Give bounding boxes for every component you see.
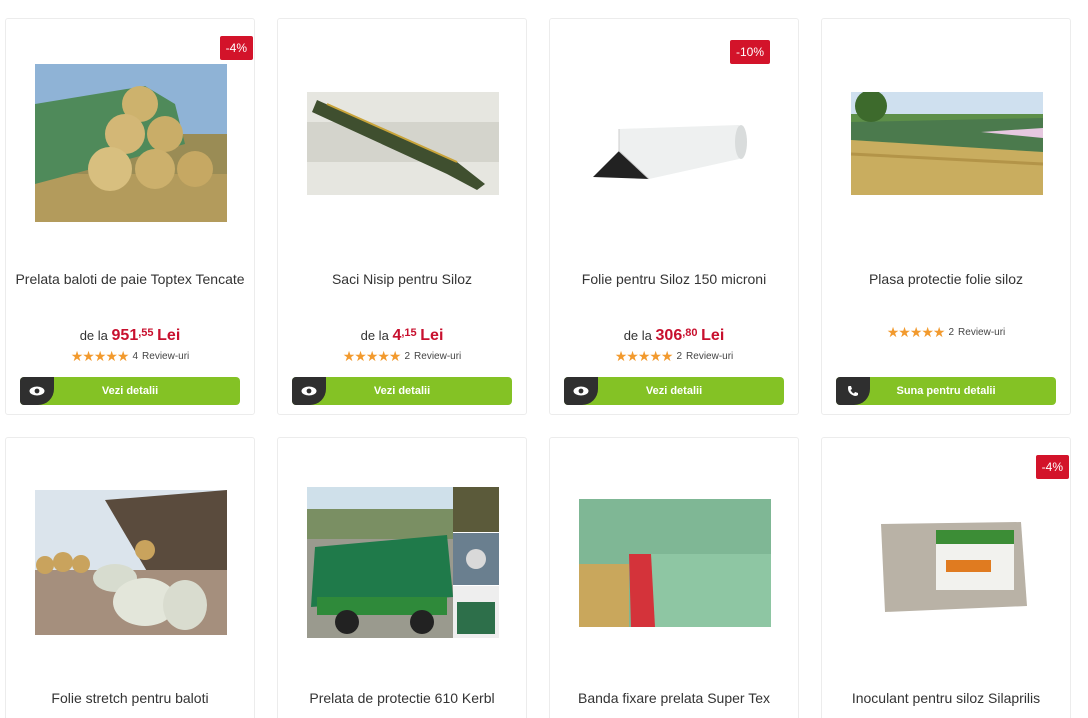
product-name[interactable]: Banda fixare prelata Super Tex xyxy=(550,690,798,706)
button-label: Suna pentru detalii xyxy=(896,385,996,397)
product-card[interactable]: Folie stretch pentru baloti xyxy=(5,437,255,718)
review-count: 2 xyxy=(676,351,683,362)
product-image[interactable] xyxy=(307,487,499,638)
discount-badge: -4% xyxy=(219,36,253,60)
product-card[interactable]: Plasa protectie folie siloz ★★★★★ 2 Revi… xyxy=(821,18,1071,415)
product-name[interactable]: Prelata baloti de paie Toptex Tencate xyxy=(6,271,254,287)
eye-icon xyxy=(292,377,326,405)
eye-icon xyxy=(564,377,598,405)
product-image[interactable] xyxy=(35,64,227,222)
product-image[interactable] xyxy=(851,520,1043,614)
review-label: Review-uri xyxy=(686,351,734,362)
price-integer: 951 xyxy=(111,327,139,344)
phone-icon xyxy=(836,377,870,405)
price-decimal: ,15 xyxy=(401,327,417,339)
product-name[interactable]: Plasa protectie folie siloz xyxy=(822,271,1070,287)
product-image[interactable] xyxy=(579,119,771,184)
button-label: Vezi detalii xyxy=(373,385,431,397)
rating[interactable]: ★★★★★ 4 Review-uri xyxy=(6,348,254,365)
product-card[interactable]: -4% Inoculant pentru siloz Silaprilis xyxy=(821,437,1071,718)
discount-badge: -4% xyxy=(1035,455,1069,479)
star-rating-icon: ★★★★★ xyxy=(886,324,946,340)
button-label: Vezi detalii xyxy=(101,385,159,397)
review-label: Review-uri xyxy=(142,351,190,362)
details-button[interactable]: Vezi detalii xyxy=(292,377,512,405)
review-count: 4 xyxy=(132,351,139,362)
product-name[interactable]: Saci Nisip pentru Siloz xyxy=(278,271,526,287)
product-card[interactable]: Saci Nisip pentru Siloz de la 4,15 Lei ★… xyxy=(277,18,527,415)
product-card[interactable]: Banda fixare prelata Super Tex xyxy=(549,437,799,718)
rating[interactable]: ★★★★★ 2 Review-uri xyxy=(550,348,798,365)
details-button[interactable]: Vezi detalii xyxy=(20,377,240,405)
rating[interactable]: ★★★★★ 2 Review-uri xyxy=(278,348,526,365)
product-price: de la 951,55 Lei xyxy=(6,327,254,345)
price-currency: Lei xyxy=(420,327,444,344)
star-rating-icon: ★★★★★ xyxy=(342,348,402,364)
eye-icon xyxy=(20,377,54,405)
price-currency: Lei xyxy=(701,327,725,344)
discount-badge: -10% xyxy=(729,40,770,64)
product-card[interactable]: -10% Folie pentru Siloz 150 microni de l… xyxy=(549,18,799,415)
details-button[interactable]: Vezi detalii xyxy=(564,377,784,405)
call-for-details-button[interactable]: Suna pentru detalii xyxy=(836,377,1056,405)
price-decimal: ,80 xyxy=(682,327,698,339)
price-prefix: de la xyxy=(623,328,652,343)
review-count: 2 xyxy=(948,327,955,338)
star-rating-icon: ★★★★★ xyxy=(614,348,674,364)
product-image[interactable] xyxy=(35,490,227,635)
product-price: de la 306,80 Lei xyxy=(550,327,798,345)
product-name[interactable]: Prelata de protectie 610 Kerbl xyxy=(278,690,526,706)
price-integer: 306 xyxy=(655,327,683,344)
product-image[interactable] xyxy=(307,92,499,195)
review-label: Review-uri xyxy=(414,351,462,362)
price-prefix: de la xyxy=(360,328,389,343)
price-currency: Lei xyxy=(157,327,181,344)
product-price: de la 4,15 Lei xyxy=(278,327,526,345)
product-name[interactable]: Folie pentru Siloz 150 microni xyxy=(550,271,798,287)
price-integer: 4 xyxy=(392,327,402,344)
rating[interactable]: ★★★★★ 2 Review-uri xyxy=(822,324,1070,341)
star-rating-icon: ★★★★★ xyxy=(70,348,130,364)
product-image[interactable] xyxy=(579,499,771,627)
review-count: 2 xyxy=(404,351,411,362)
product-name[interactable]: Inoculant pentru siloz Silaprilis xyxy=(822,690,1070,706)
product-card[interactable]: -4% Prelata baloti de paie Toptex Tencat… xyxy=(5,18,255,415)
button-label: Vezi detalii xyxy=(645,385,703,397)
product-image[interactable] xyxy=(851,92,1043,195)
price-decimal: ,55 xyxy=(138,327,154,339)
product-card[interactable]: Prelata de protectie 610 Kerbl xyxy=(277,437,527,718)
product-name[interactable]: Folie stretch pentru baloti xyxy=(6,690,254,706)
price-prefix: de la xyxy=(79,328,108,343)
review-label: Review-uri xyxy=(958,327,1006,338)
